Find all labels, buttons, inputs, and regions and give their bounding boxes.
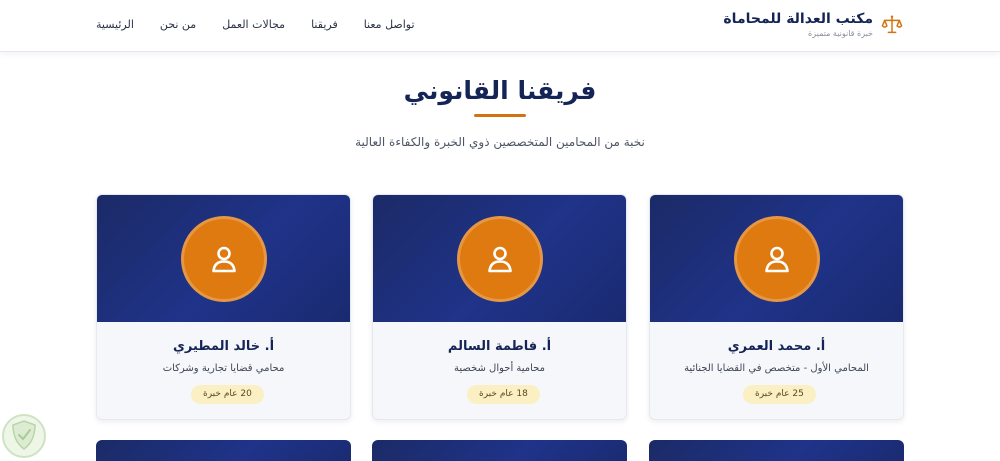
avatar	[181, 216, 267, 302]
experience-badge: 20 عام خبرة	[191, 385, 264, 404]
team-card-partial[interactable]	[372, 440, 627, 461]
scales-icon	[881, 15, 903, 33]
section-subtitle: نخبة من المحامين المتخصصين ذوي الخبرة وا…	[355, 135, 645, 149]
card-header	[650, 195, 903, 322]
member-name: أ. خالد المطيري	[172, 339, 275, 354]
shield-logo-icon	[2, 414, 46, 458]
brand-text: مكتب العدالة للمحاماة خبرة قانونية متميز…	[723, 10, 873, 39]
main-nav: الرئيسية من نحن مجالات العمل فريقنا تواص…	[96, 17, 415, 33]
site-header: مكتب العدالة للمحاماة خبرة قانونية متميز…	[0, 0, 1000, 52]
page: مكتب العدالة للمحاماة خبرة قانونية متميز…	[0, 0, 1000, 461]
brand-subtitle: خبرة قانونية متميزة	[808, 29, 873, 38]
avatar	[457, 216, 543, 302]
member-role: المحامي الأول - متخصص في القضايا الجنائي…	[684, 363, 869, 374]
team-card-partial[interactable]	[649, 440, 904, 461]
user-icon	[765, 246, 789, 273]
section-title: فريقنا القانوني	[403, 76, 597, 105]
member-name: أ. فاطمة السالم	[447, 339, 552, 354]
avatar	[734, 216, 820, 302]
team-card[interactable]: أ. محمد العمري المحامي الأول - متخصص في …	[649, 194, 904, 420]
user-icon	[488, 246, 512, 273]
card-header	[373, 195, 626, 322]
brand[interactable]: مكتب العدالة للمحاماة خبرة قانونية متميز…	[723, 10, 903, 39]
nav-home[interactable]: الرئيسية	[96, 17, 134, 33]
card-header	[97, 195, 350, 322]
member-name: أ. محمد العمري	[727, 339, 826, 354]
nav-team[interactable]: فريقنا	[311, 17, 338, 33]
experience-badge: 18 عام خبرة	[467, 385, 540, 404]
team-card[interactable]: أ. فاطمة السالم محامية أحوال شخصية 18 عا…	[372, 194, 627, 420]
user-icon	[212, 246, 236, 273]
nav-about[interactable]: من نحن	[160, 17, 196, 33]
experience-badge: 25 عام خبرة	[743, 385, 816, 404]
team-card-partial[interactable]	[96, 440, 351, 461]
member-role: محامية أحوال شخصية	[453, 363, 545, 374]
team-card[interactable]: أ. خالد المطيري محامي قضايا تجارية وشركا…	[96, 194, 351, 420]
title-underline	[474, 114, 526, 117]
nav-practice-areas[interactable]: مجالات العمل	[222, 17, 285, 33]
member-role: محامي قضايا تجارية وشركات	[162, 363, 285, 374]
nav-contact[interactable]: تواصل معنا	[364, 17, 415, 33]
brand-title: مكتب العدالة للمحاماة	[723, 11, 873, 27]
